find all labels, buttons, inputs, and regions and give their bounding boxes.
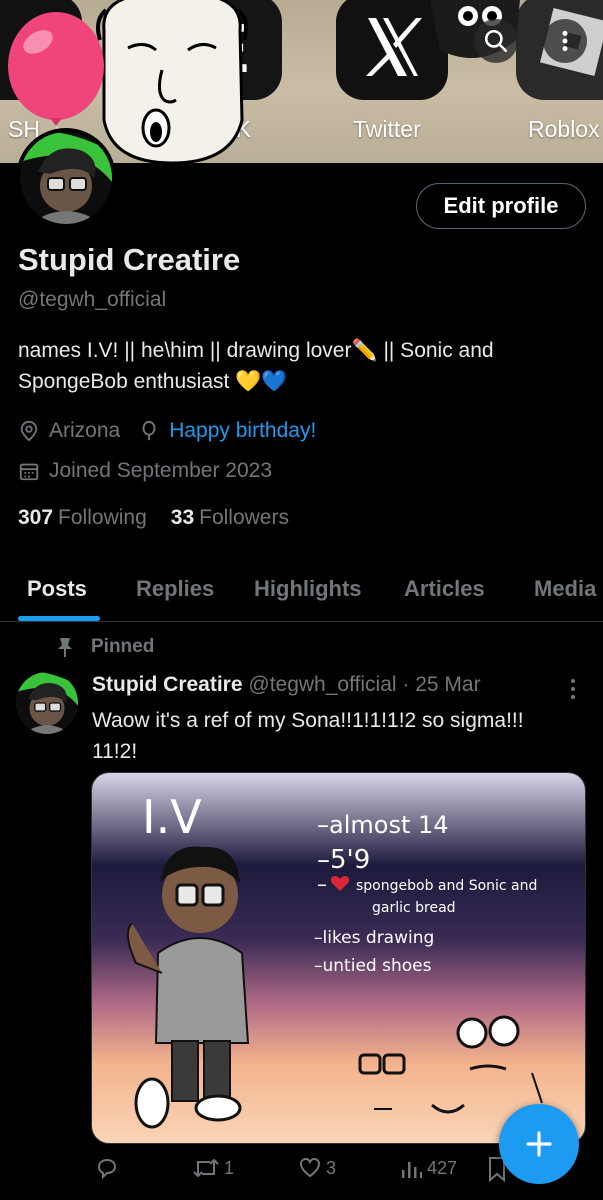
drawing-line-3b: garlic bread [372,900,456,916]
post-header: Stupid Creatire @tegwh_official · 25 Mar [92,673,481,697]
calendar-icon [18,460,40,482]
drawing-title: I.V [142,790,202,844]
like-button[interactable]: 3 [298,1156,336,1180]
tab-media[interactable]: Media [534,576,596,602]
tab-posts[interactable]: Posts [27,576,87,602]
bio-line-1: names I.V! || he\him || drawing lover✏️ … [18,339,494,362]
pinned-label: Pinned [91,636,155,657]
plus-icon [526,1131,552,1157]
profile-meta-location-row: Arizona Happy birthday! [18,419,316,443]
more-vertical-icon [562,30,568,52]
drawing-line-3a: spongebob and Sonic and [356,878,537,894]
search-icon [484,29,508,53]
following-count: 307 [18,506,54,529]
profile-handle: @tegwh_official [18,288,167,311]
followers-link[interactable]: 33 Followers [171,506,289,530]
tab-replies[interactable]: Replies [136,576,214,602]
bio-line-2: SpongeBob enthusiast 💛💙 [18,370,288,393]
post-more-icon[interactable] [565,676,581,702]
pinned-indicator: Pinned [56,636,154,658]
post-meta: @tegwh_official · 25 Mar [248,673,481,696]
balloon-icon [138,420,160,442]
app-label-twitter: Twitter [353,116,421,142]
post-text-line-2: 11!2! [92,740,138,763]
svg-text:–: – [317,872,327,896]
birthday-link[interactable]: Happy birthday! [169,419,316,443]
active-tab-indicator [18,616,100,621]
views-count: 427 [427,1157,458,1178]
repost-button[interactable]: 1 [192,1156,234,1180]
profile-avatar[interactable] [16,128,116,228]
views-button[interactable]: 427 [399,1156,457,1180]
like-count: 3 [326,1157,337,1178]
drawing-line-4: –likes drawing [314,928,434,948]
edit-profile-button[interactable]: Edit profile [416,183,586,229]
tab-highlights[interactable]: Highlights [254,576,362,602]
profile-location: Arizona [49,419,121,442]
post-image[interactable]: I.V –almost 14 –5'9 – spongebob and Soni… [91,772,586,1144]
reply-button[interactable] [95,1156,123,1180]
profile-bio: names I.V! || he\him || drawing lover✏️ … [18,335,588,397]
following-link[interactable]: 307 Following [18,506,147,530]
profile-name: Stupid Creatire [18,242,241,277]
views-icon [402,1162,422,1178]
pin-icon [58,638,72,657]
drawing-line-1: –almost 14 [317,811,449,839]
repost-icon [193,1158,219,1178]
search-button[interactable] [474,19,518,63]
drawing-line-5: –untied shoes [314,956,432,976]
location-pin-icon [18,420,40,442]
post-avatar-image [16,672,78,734]
compose-post-button[interactable] [499,1104,579,1184]
profile-joined: Joined September 2023 [49,459,272,482]
followers-label: Followers [199,506,289,529]
app-label-roblox: Roblox [528,116,600,142]
reply-icon [97,1158,117,1180]
post-author-name[interactable]: Stupid Creatire [92,673,243,696]
profile-tabs: Posts Replies Highlights Articles Media [0,562,603,622]
post-text-line-1: Waow it's a ref of my Sona!!1!1!1!2 so s… [92,709,524,732]
drawing-line-2: –5'9 [317,845,370,875]
meme-face-sticker [96,0,248,163]
heart-icon [299,1157,321,1178]
post-text: Waow it's a ref of my Sona!!1!1!1!2 so s… [92,705,592,767]
post-author-avatar[interactable] [16,672,78,734]
profile-meta-joined-row: Joined September 2023 [18,459,272,483]
following-label: Following [58,506,147,529]
post-image-drawing: I.V –almost 14 –5'9 – spongebob and Soni… [92,773,585,1143]
tab-articles[interactable]: Articles [404,576,485,602]
follow-stats: 307 Following 33 Followers [18,506,289,530]
more-options-button[interactable] [543,19,587,63]
avatar-image [20,132,112,224]
repost-count: 1 [224,1157,235,1178]
followers-count: 33 [170,506,195,529]
